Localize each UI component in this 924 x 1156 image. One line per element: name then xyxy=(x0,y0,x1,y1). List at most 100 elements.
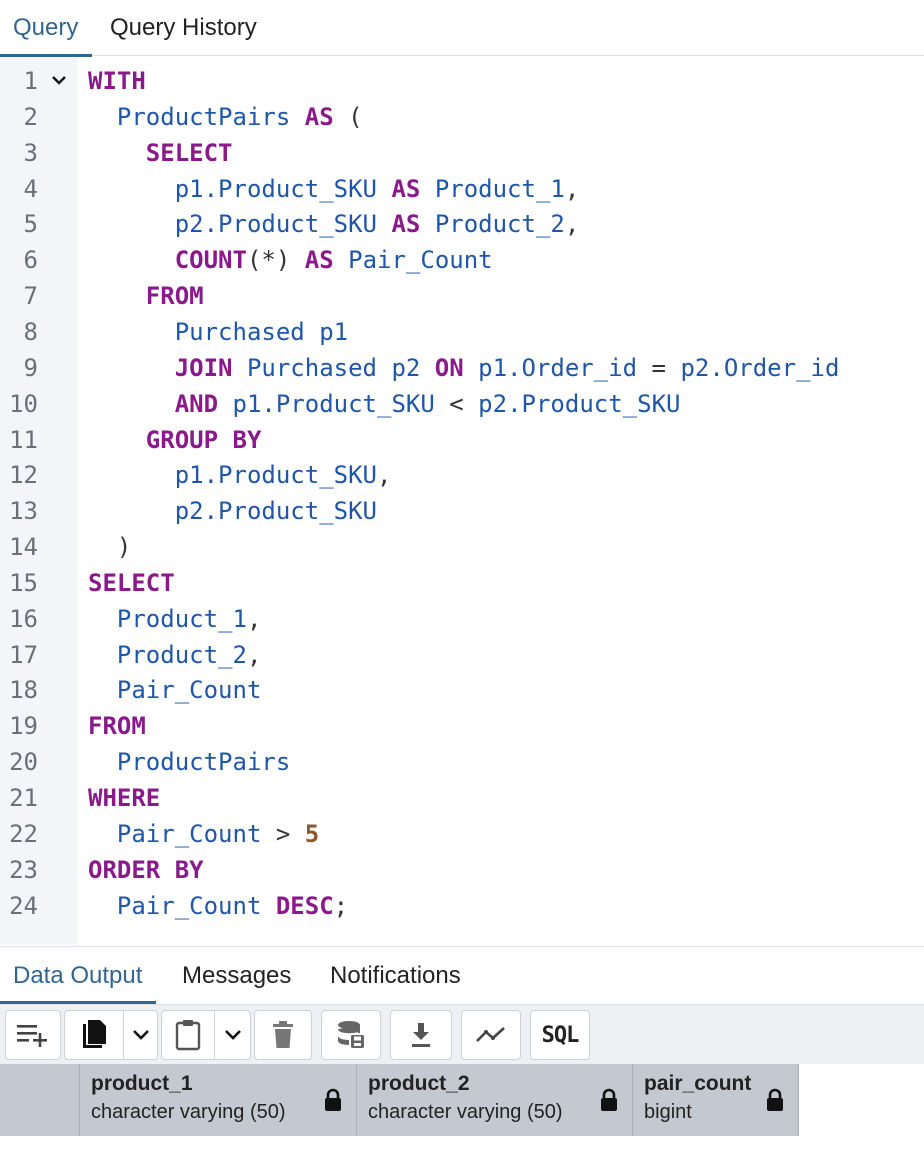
line-number: 14 xyxy=(9,533,38,562)
code-line[interactable]: 3 SELECT xyxy=(0,135,924,171)
tab-notifications-label: Notifications xyxy=(330,962,461,989)
tab-query-history[interactable]: Query History xyxy=(110,0,257,56)
line-number: 5 xyxy=(23,210,38,239)
grid-row-header-corner[interactable] xyxy=(0,1064,80,1136)
code-line[interactable]: 15 SELECT xyxy=(0,565,924,601)
code-line[interactable]: 21 WHERE xyxy=(0,780,924,816)
code-line[interactable]: 11 GROUP BY xyxy=(0,422,924,458)
output-tabbar: Data Output Messages Notifications xyxy=(0,946,924,1004)
code-text: WITH xyxy=(88,67,146,95)
copy-options-dropdown[interactable] xyxy=(124,1010,158,1060)
tab-query-history-label: Query History xyxy=(110,14,257,41)
tab-messages-label: Messages xyxy=(182,962,292,989)
code-line[interactable]: 19 FROM xyxy=(0,708,924,744)
column-type: character varying (50) xyxy=(91,1101,286,1123)
line-number: 15 xyxy=(9,568,38,597)
column-header-product-1[interactable]: product_1 character varying (50) xyxy=(80,1064,357,1136)
line-number: 18 xyxy=(9,676,38,705)
lock-icon xyxy=(325,1088,341,1111)
tab-data-output[interactable]: Data Output xyxy=(0,947,157,1004)
graph-visualiser-button[interactable] xyxy=(461,1010,521,1060)
sql-editor[interactable]: 1 WITH 2 ProductPairs AS (3 SELECT 4 p1.Pro… xyxy=(0,57,924,945)
code-text: WHERE xyxy=(88,784,161,812)
sql-button[interactable]: SQL xyxy=(530,1010,590,1060)
tab-query[interactable]: Query xyxy=(0,0,93,57)
line-number: 13 xyxy=(9,497,38,526)
code-line[interactable]: 2 ProductPairs AS ( xyxy=(0,99,924,135)
code-text: SELECT xyxy=(88,568,175,597)
delete-row-button[interactable] xyxy=(254,1010,312,1060)
download-icon xyxy=(412,1023,430,1047)
download-button[interactable] xyxy=(390,1010,452,1060)
line-number: 2 xyxy=(23,102,38,131)
line-number: 3 xyxy=(23,138,38,167)
code-text: ProductPairs xyxy=(116,748,291,777)
code-text: COUNT(*) AS Pair_Count xyxy=(174,246,493,275)
column-type: character varying (50) xyxy=(368,1101,563,1123)
code-text: p2.Product_SKU xyxy=(174,497,377,526)
column-name: pair_count xyxy=(644,1072,752,1095)
tab-notifications[interactable]: Notifications xyxy=(330,947,461,1004)
code-line[interactable]: 24 Pair_Count DESC; xyxy=(0,888,924,924)
code-text: Product_1, xyxy=(116,604,262,633)
line-number: 12 xyxy=(9,461,38,490)
code-line[interactable]: 4 p1.Product_SKU AS Product_1, xyxy=(0,171,924,207)
code-line[interactable]: 17 Product_2, xyxy=(0,637,924,673)
code-text: FROM xyxy=(88,712,146,741)
line-number: 23 xyxy=(9,855,38,884)
code-line[interactable]: 12 p1.Product_SKU, xyxy=(0,457,924,493)
add-row-button[interactable] xyxy=(5,1010,61,1060)
delete-icon xyxy=(273,1021,293,1048)
tab-query-label: Query xyxy=(13,14,79,41)
copy-button[interactable] xyxy=(64,1010,124,1060)
line-number: 19 xyxy=(9,712,38,741)
line-number: 8 xyxy=(23,317,38,346)
query-tabbar: Query Query History xyxy=(0,0,924,57)
code-line[interactable]: 13 p2.Product_SKU xyxy=(0,493,924,529)
line-number: 4 xyxy=(23,174,38,203)
graph-icon xyxy=(476,1027,505,1042)
code-text: AND p1.Product_SKU < p2.Product_SKU xyxy=(174,389,681,418)
line-number: 21 xyxy=(9,784,38,812)
line-number: 24 xyxy=(9,891,38,920)
column-header-pair-count[interactable]: pair_count bigint xyxy=(633,1064,799,1136)
code-line[interactable]: 8 Purchased p1 xyxy=(0,314,924,350)
paste-options-dropdown[interactable] xyxy=(215,1010,251,1060)
code-text: p1.Product_SKU, xyxy=(174,461,392,490)
line-number: 20 xyxy=(9,748,38,777)
chevron-down-icon xyxy=(132,1030,149,1040)
code-line[interactable]: 6 COUNT(*) AS Pair_Count xyxy=(0,242,924,278)
lock-icon xyxy=(767,1088,783,1111)
code-line[interactable]: 20 ProductPairs xyxy=(0,744,924,780)
code-text: ) xyxy=(116,533,132,562)
column-name: product_2 xyxy=(368,1072,470,1095)
code-line[interactable]: 16 Product_1, xyxy=(0,601,924,637)
column-type: bigint xyxy=(644,1101,692,1123)
tab-messages[interactable]: Messages xyxy=(182,947,291,1004)
lock-icon xyxy=(601,1088,617,1111)
code-line[interactable]: 22 Pair_Count > 5 xyxy=(0,816,924,852)
code-line[interactable]: 10 AND p1.Product_SKU < p2.Product_SKU xyxy=(0,386,924,422)
line-number: 7 xyxy=(23,282,38,311)
code-line[interactable]: 18 Pair_Count xyxy=(0,672,924,708)
code-line[interactable]: 7 FROM xyxy=(0,278,924,314)
code-text: Pair_Count > 5 xyxy=(116,819,320,848)
code-line[interactable]: 9 JOIN Purchased p2 ON p1.Order_id = p2.… xyxy=(0,350,924,386)
code-text: Pair_Count DESC; xyxy=(116,891,349,920)
code-text: Pair_Count xyxy=(116,676,262,705)
column-name: product_1 xyxy=(91,1072,193,1095)
tab-data-output-label: Data Output xyxy=(13,962,143,989)
code-line[interactable]: 14 ) xyxy=(0,529,924,565)
column-header-product-2[interactable]: product_2 character varying (50) xyxy=(357,1064,633,1136)
code-line[interactable]: 1 WITH xyxy=(0,63,924,99)
code-text: p2.Product_SKU AS Product_2, xyxy=(174,210,580,239)
paste-button[interactable] xyxy=(161,1010,215,1060)
save-data-button[interactable] xyxy=(321,1010,381,1060)
code-line[interactable]: 5 p2.Product_SKU AS Product_2, xyxy=(0,206,924,242)
line-number: 1 xyxy=(23,67,38,95)
line-number: 22 xyxy=(9,819,38,848)
code-text: Product_2, xyxy=(116,640,262,669)
code-line[interactable]: 23 ORDER BY xyxy=(0,852,924,888)
data-output-toolbar: SQL xyxy=(0,1004,924,1064)
line-number: 11 xyxy=(9,425,38,454)
